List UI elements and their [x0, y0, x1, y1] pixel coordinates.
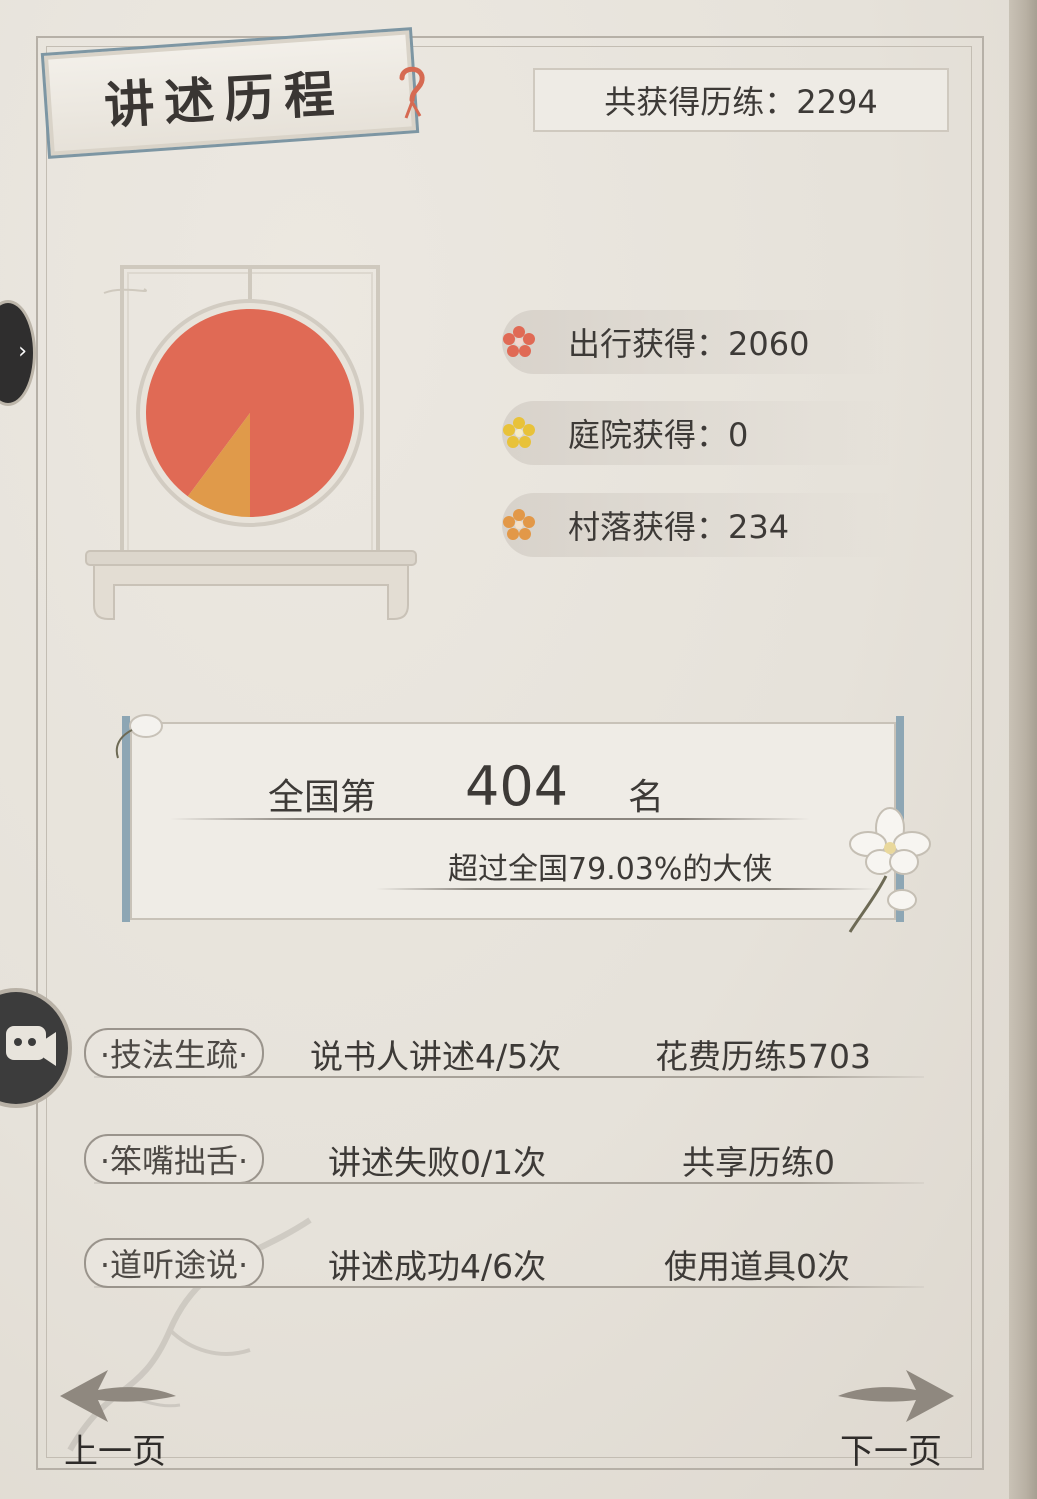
chevron-right-icon: ›	[18, 339, 27, 364]
gong-pie-chart	[85, 265, 417, 620]
stat-travel-label: 出行获得：2060	[568, 325, 810, 363]
row-col2: 讲述成功4/6次	[328, 1247, 547, 1286]
page-title: 讲述历程	[102, 63, 346, 136]
row-col3: 花费历练5703	[655, 1037, 871, 1076]
yellow-flower-icon	[503, 417, 535, 448]
rank-divider-top	[170, 818, 810, 820]
rank-divider-bottom	[376, 888, 876, 890]
red-flower-icon	[503, 326, 535, 357]
row-tag: ·道听途说·	[84, 1238, 264, 1288]
rank-number: 404	[465, 755, 569, 818]
stats-row: ·道听途说· 讲述成功4/6次 使用道具0次	[84, 1234, 924, 1294]
total-experience-box: 共获得历练：2294	[533, 68, 949, 132]
rank-subtitle: 超过全国79.03%的大侠	[448, 852, 773, 887]
row-col3: 使用道具0次	[664, 1247, 850, 1286]
stat-travel: 出行获得：2060	[502, 310, 892, 374]
next-page-button[interactable]: 下一页	[840, 1424, 942, 1473]
side-nav-tab[interactable]: ›	[0, 300, 36, 406]
record-page: 讲述历程 共获得历练：2294 › 出行获得：2060 庭院获得：0 村落获得：…	[0, 0, 1037, 1499]
row-col3: 共享历练0	[682, 1143, 835, 1182]
stat-village-label: 村落获得：234	[568, 508, 790, 546]
orange-flower-icon	[503, 509, 535, 540]
stat-courtyard-label: 庭院获得：0	[568, 416, 749, 454]
stats-row: ·技法生疏· 说书人讲述4/5次 花费历练5703	[84, 1024, 924, 1084]
row-col2: 讲述失败0/1次	[328, 1143, 547, 1182]
magnolia-flower-icon	[848, 807, 931, 933]
row-col2: 说书人讲述4/5次	[310, 1037, 562, 1076]
row-divider	[94, 1182, 924, 1184]
arrow-left-icon[interactable]	[58, 1366, 178, 1426]
total-experience-label: 共获得历练：2294	[604, 83, 878, 121]
book-spine	[1009, 0, 1037, 1499]
rank-scroll-body	[130, 722, 896, 920]
rank-suffix: 名	[628, 777, 665, 818]
stat-courtyard: 庭院获得：0	[502, 401, 892, 465]
question-mark-icon[interactable]	[394, 62, 430, 122]
magnolia-bud-icon	[115, 714, 163, 759]
row-divider	[94, 1286, 924, 1288]
prev-page-button[interactable]: 上一页	[64, 1424, 166, 1473]
row-divider	[94, 1076, 924, 1078]
stat-village: 村落获得：234	[502, 493, 892, 557]
row-tag: ·技法生疏·	[84, 1028, 264, 1078]
row-tag: ·笨嘴拙舌·	[84, 1134, 264, 1184]
pie-group	[146, 309, 354, 517]
chat-bubble-icon	[6, 1026, 56, 1066]
stats-row: ·笨嘴拙舌· 讲述失败0/1次 共享历练0	[84, 1130, 924, 1190]
arrow-right-icon[interactable]	[836, 1366, 956, 1426]
rank-prefix: 全国第	[268, 777, 377, 818]
